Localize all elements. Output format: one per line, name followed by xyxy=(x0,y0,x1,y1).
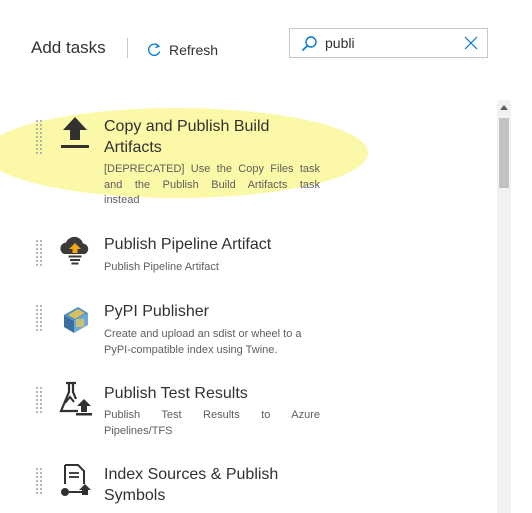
drag-handle[interactable] xyxy=(36,387,43,415)
scrollbar[interactable] xyxy=(497,100,511,513)
task-title: Publish Test Results xyxy=(104,385,248,402)
close-icon[interactable] xyxy=(464,36,478,50)
task-item-pypi-publisher[interactable]: PyPI Publisher Create and upload an sdis… xyxy=(0,293,500,359)
flask-upload-icon xyxy=(56,379,94,417)
task-title: Publish Pipeline Artifact xyxy=(104,236,272,253)
task-title: PyPI Publisher xyxy=(104,303,209,320)
panel-header: Add tasks Refresh xyxy=(0,0,532,95)
task-description: Publish Pipeline Artifact xyxy=(104,261,219,273)
task-title: Index Sources & Publish Symbols xyxy=(104,466,279,504)
document-share-icon xyxy=(56,462,94,500)
scroll-up-arrow-icon[interactable] xyxy=(497,102,511,114)
python-icon xyxy=(56,299,94,337)
task-item-publish-pipeline-artifact[interactable]: Publish Pipeline Artifact Publish Pipeli… xyxy=(0,224,500,284)
task-description: [DEPRECATED] Use the Copy Files task and… xyxy=(104,163,320,206)
task-description: Create and upload an sdist or wheel to a… xyxy=(104,328,302,356)
upload-arrow-icon xyxy=(56,113,94,151)
search-box[interactable] xyxy=(289,28,488,58)
task-list[interactable]: Copy and Publish Build Artifacts [DEPREC… xyxy=(0,100,500,513)
drag-handle[interactable] xyxy=(36,240,43,268)
drag-handle[interactable] xyxy=(36,468,43,496)
task-item-copy-publish-build-artifacts[interactable]: Copy and Publish Build Artifacts [DEPREC… xyxy=(0,100,500,212)
page-title: Add tasks xyxy=(31,38,106,57)
task-item-index-sources-publish-symbols[interactable]: Index Sources & Publish Symbols xyxy=(0,456,500,513)
task-item-publish-test-results[interactable]: Publish Test Results Publish Test Result… xyxy=(0,375,500,441)
scrollbar-thumb[interactable] xyxy=(499,118,509,188)
search-input[interactable] xyxy=(325,33,455,53)
cloud-upload-icon xyxy=(56,232,94,270)
header-divider xyxy=(127,38,128,58)
search-icon xyxy=(301,36,317,52)
refresh-button[interactable]: Refresh xyxy=(146,40,218,60)
refresh-label: Refresh xyxy=(169,42,219,58)
drag-handle[interactable] xyxy=(36,120,43,156)
drag-handle[interactable] xyxy=(36,305,43,333)
task-title: Copy and Publish Build Artifacts xyxy=(104,118,270,156)
task-description: Publish Test Results to Azure Pipelines/… xyxy=(104,409,320,437)
refresh-icon xyxy=(148,43,161,56)
